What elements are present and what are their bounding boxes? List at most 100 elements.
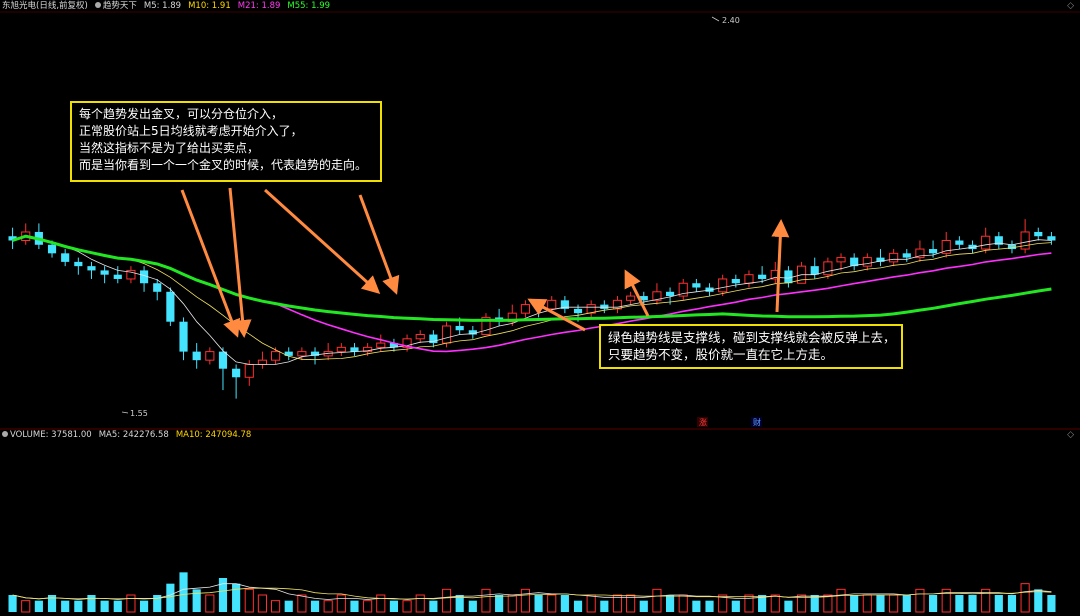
candle-body (270, 351, 281, 361)
volume-bar (744, 594, 754, 613)
box1-line: 正常股价站上5日均线就考虑开始介入了， (79, 124, 303, 138)
cai-marker: 财 (753, 417, 761, 427)
candle-body (205, 351, 215, 361)
candle-body (823, 261, 833, 276)
volume-bar (336, 594, 346, 613)
volume-bar (350, 600, 359, 612)
candle-body (744, 274, 754, 284)
volume-bar (862, 594, 872, 613)
volume-bar (850, 595, 859, 612)
volume-bar (297, 594, 307, 613)
ma10-value: M10: 1.91 (188, 1, 231, 11)
high-price-label: 2.40 (722, 16, 740, 25)
candle-body (61, 253, 70, 262)
box2-line: 绿色趋势线是支撑线，碰到支撑线就会被反弹上去， (608, 330, 896, 345)
volume-bar (21, 600, 31, 613)
volume-bar (534, 595, 543, 612)
volume-bar (323, 600, 333, 613)
candle-body (244, 363, 254, 378)
volume-bars-layer (8, 572, 1056, 613)
volume-bar (994, 595, 1003, 612)
volume-bar (823, 594, 833, 613)
candle-body (441, 325, 452, 344)
candle-body (232, 368, 241, 378)
volume-bar (955, 595, 964, 612)
volume-bar (784, 600, 793, 612)
volume-bar (600, 600, 609, 612)
candle-body (981, 235, 991, 250)
volume-bar (1007, 595, 1017, 612)
volume-panel-diamond-icon[interactable]: ◇ (1067, 430, 1074, 440)
ma5-value: M5: 1.89 (143, 1, 182, 11)
volume-bar (902, 595, 911, 612)
volume-bar (389, 600, 399, 612)
candle-body (731, 278, 740, 284)
candle-body (665, 291, 675, 297)
candle-body (718, 278, 728, 293)
volume-bar (495, 595, 504, 612)
volume-bar (547, 594, 557, 613)
candle-body (179, 321, 188, 352)
volume-bar (179, 572, 188, 612)
candle-body (902, 253, 911, 258)
volume-bar (876, 595, 885, 612)
volume-bar (1034, 589, 1043, 612)
volume-bar (126, 594, 136, 613)
volume-bar (678, 594, 688, 613)
candle-body (87, 266, 96, 271)
candle-body (297, 351, 307, 357)
candle-body (1047, 236, 1056, 241)
volume-bar (192, 589, 201, 612)
volume-indicator[interactable]: VOLUME: 37581.00 (2, 429, 92, 441)
stock-chart: 2.40 1.55 涨 财 (0, 11, 1080, 613)
indicator-name[interactable]: 趋势天下 (94, 0, 137, 12)
candle-body (376, 342, 386, 348)
volume-bar (652, 588, 662, 613)
volume-bar (573, 600, 583, 612)
candle-body (520, 304, 531, 314)
volume-bar (586, 594, 596, 613)
candle-body (350, 347, 359, 352)
volume-bar (270, 600, 281, 613)
volume-bar (166, 583, 175, 612)
annotation-box-golden-cross: 每个趋势发出金叉，可以分仓位介入， 正常股价站上5日均线就考虑开始介入了， 当然… (70, 101, 382, 182)
volume-bar (692, 600, 701, 612)
candle-body (166, 291, 175, 322)
candle-body (415, 334, 425, 340)
volume-bar (87, 595, 96, 612)
volume-bar (8, 595, 17, 612)
volume-bar (928, 595, 938, 612)
volume-bar (74, 600, 83, 612)
volume-bar (731, 600, 740, 612)
price-panel-diamond-icon[interactable]: ◇ (1067, 1, 1074, 11)
candle-body (547, 299, 557, 310)
candle-body (928, 249, 938, 254)
candle-body (600, 304, 609, 309)
panel-separators (0, 11, 1080, 430)
volume-bar (429, 600, 438, 612)
event-markers: 涨 财 (697, 417, 762, 427)
price-header: 东旭光电(日线,前复权) 趋势天下 M5: 1.89 M10: 1.91 M21… (2, 0, 330, 12)
volume-bar (507, 594, 517, 613)
indicator-dot-icon (94, 2, 101, 8)
candle-body (955, 240, 964, 245)
volume-bar (218, 578, 228, 612)
volume-bar (244, 588, 254, 613)
volume-bar (889, 594, 899, 613)
volume-bar (139, 600, 149, 612)
volume-bar (284, 600, 293, 612)
candle-body (862, 257, 872, 267)
annotation-box-support-line: 绿色趋势线是支撑线，碰到支撑线就会被反弹上去， 只要趋势不变，股价就一直在它上方… (599, 324, 903, 369)
stock-name: 东旭光电(日线,前复权) (2, 1, 88, 11)
candle-body (153, 283, 162, 292)
volume-bar (639, 600, 648, 612)
volume-bar (1047, 595, 1056, 612)
volume-bar (441, 588, 452, 613)
volume-bar (205, 594, 215, 613)
volume-bar (468, 600, 477, 612)
candle-body (113, 274, 122, 279)
volume-bar (665, 595, 675, 612)
candle-body (455, 325, 464, 331)
ma55-value: M55: 1.99 (287, 1, 331, 11)
volume-bar (402, 600, 412, 613)
